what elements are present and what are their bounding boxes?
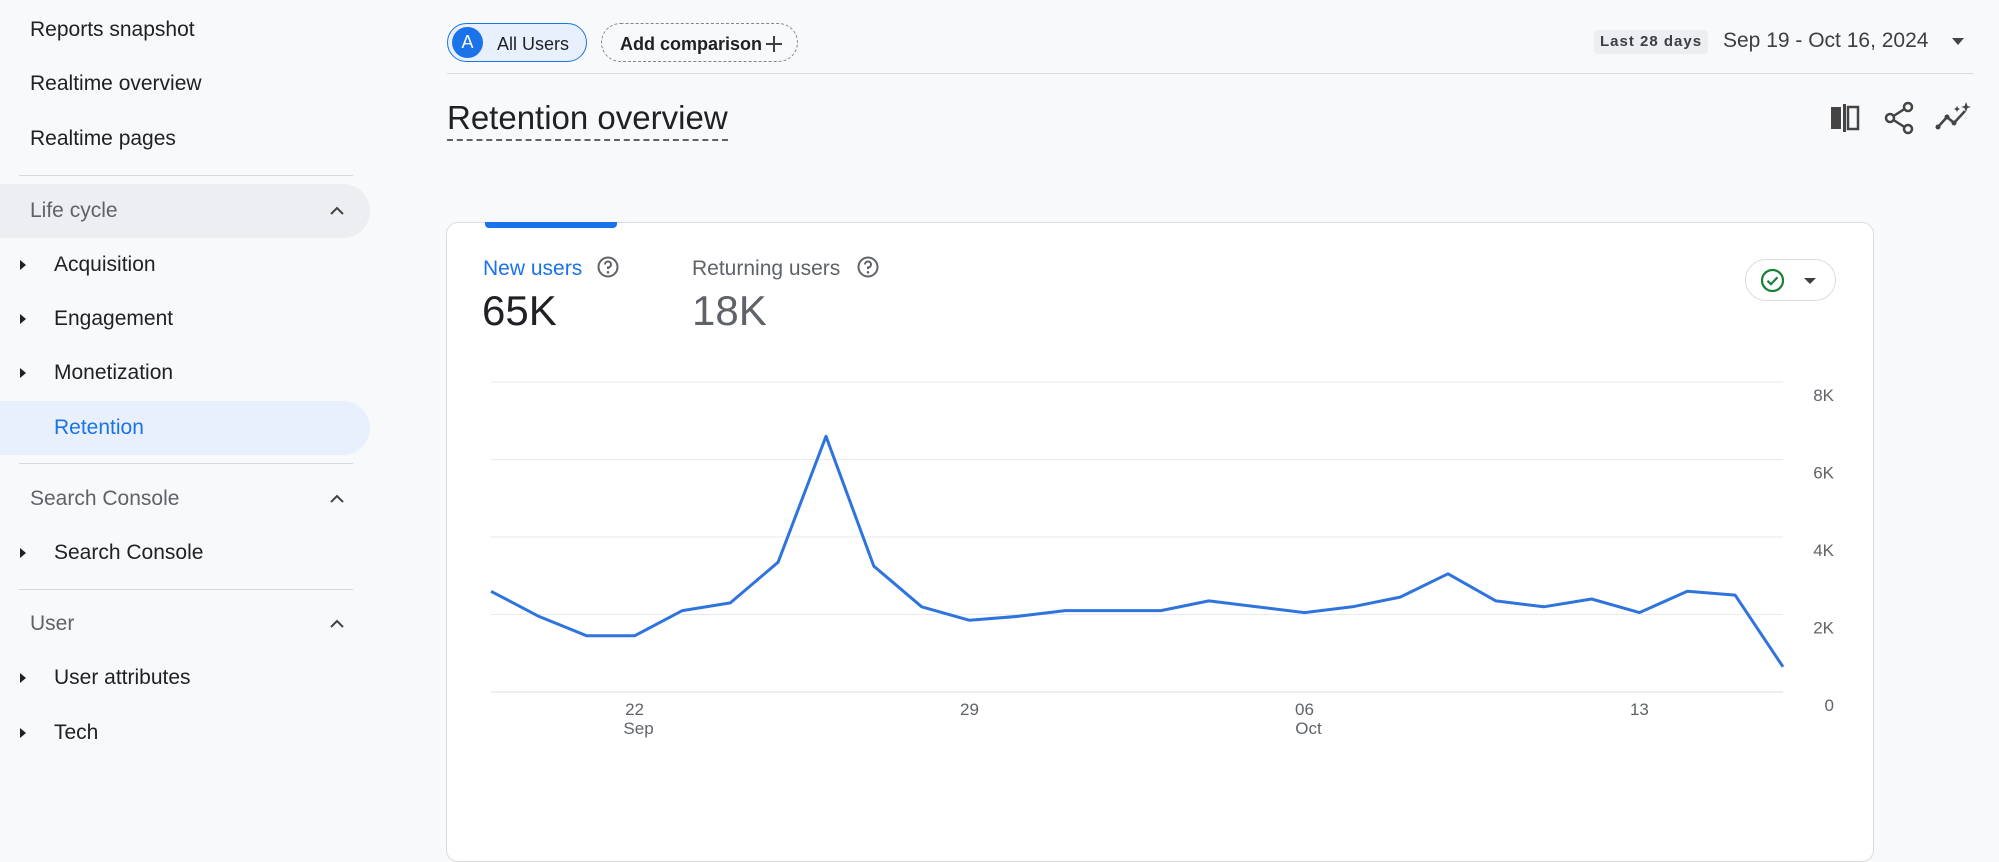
x-tick-label: 29	[960, 700, 979, 719]
x-tick-label: 22	[625, 700, 644, 719]
y-tick-label: 4K	[1813, 541, 1834, 560]
series-line-new-users	[490, 434, 1785, 668]
y-tick-label: 0	[1825, 696, 1834, 715]
y-tick-label: 8K	[1813, 386, 1834, 405]
new-users-line-chart: 8K 6K 4K 2K 0 22Sep 29 06Oct 13	[490, 381, 1835, 738]
x-tick-month-label: Oct	[1295, 719, 1322, 738]
x-tick-label: 13	[1630, 700, 1649, 719]
x-tick-month-label: Sep	[623, 719, 653, 738]
x-tick-label: 06	[1295, 700, 1314, 719]
y-tick-label: 2K	[1813, 619, 1834, 638]
y-tick-label: 6K	[1813, 464, 1834, 483]
